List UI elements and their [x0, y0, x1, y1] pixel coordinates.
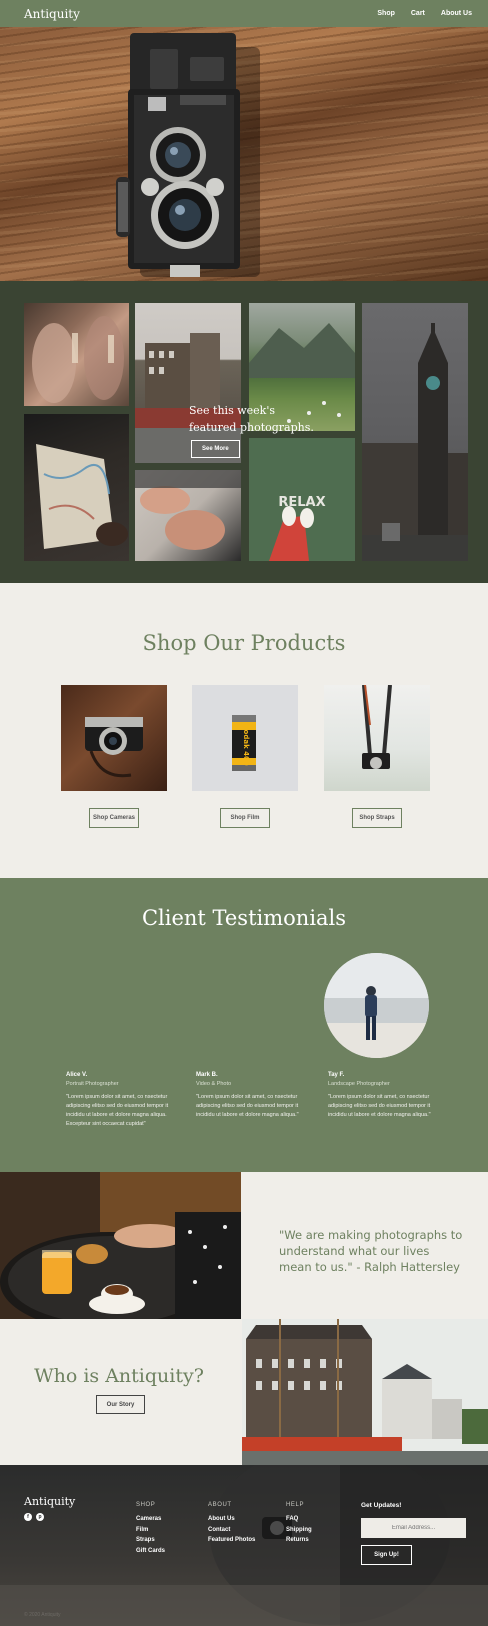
camera-photo: [116, 33, 260, 277]
see-more-button[interactable]: See More: [191, 440, 240, 458]
testimonials-title: Client Testimonials: [141, 906, 347, 930]
footer-link-faq[interactable]: FAQ: [286, 1514, 312, 1525]
testimonial-name: Tay F.: [328, 1072, 345, 1078]
testimonial-tay: Tay F. Landscape Photographer "Lorem ips…: [328, 1071, 438, 1120]
about-title: Who is Antiquity?: [34, 1365, 204, 1387]
footer-link-returns[interactable]: Returns: [286, 1535, 312, 1546]
testimonial-photo: [324, 953, 429, 1058]
shop-title: Shop Our Products: [142, 631, 346, 655]
footer-col-about: ABOUT About Us Contact Featured Photos: [208, 1502, 255, 1546]
email-input[interactable]: [361, 1518, 466, 1538]
featured-text-line2: featured photographs.: [189, 421, 314, 434]
copyright: © 2020 Antiquity: [24, 1612, 61, 1618]
testimonial-role: Landscape Photographer: [328, 1081, 390, 1087]
featured-overlay: See this week's featured photographs. Se…: [189, 402, 319, 458]
footer-link-gift-cards[interactable]: Gift Cards: [136, 1546, 165, 1557]
footer-background-photo: [0, 1465, 488, 1626]
nav-links: Shop Cart About Us: [377, 10, 472, 17]
shop-film-button[interactable]: Shop Film: [220, 808, 270, 828]
film-label: Kodak 400: [242, 724, 250, 766]
footer-col-help: HELP FAQ Shipping Returns: [286, 1502, 312, 1546]
logo[interactable]: Antiquity: [24, 7, 80, 21]
featured-text-line1: See this week's: [189, 404, 275, 417]
footer-link-cameras[interactable]: Cameras: [136, 1514, 165, 1525]
top-nav: Antiquity Shop Cart About Us: [0, 0, 488, 27]
testimonials-section: Client Testimonials Alice V. Portrait Ph…: [0, 878, 488, 1172]
cafe-photo: [0, 1172, 241, 1319]
footer-social: f p: [24, 1513, 44, 1521]
buildings-photo: [242, 1319, 488, 1465]
footer-logo[interactable]: Antiquity: [24, 1495, 75, 1508]
nav-link-about[interactable]: About Us: [441, 10, 472, 17]
footer: Antiquity f p SHOP Cameras Film Straps G…: [0, 1465, 488, 1626]
footer-link-straps[interactable]: Straps: [136, 1535, 165, 1546]
facebook-icon[interactable]: f: [24, 1513, 32, 1521]
shop-section: Shop Our Products Kodak 400 Shop Cameras…: [0, 583, 488, 878]
footer-updates-title: Get Updates!: [361, 1502, 402, 1509]
product-film-image[interactable]: Kodak 400: [192, 685, 298, 791]
product-strap-image[interactable]: [324, 685, 430, 791]
testimonial-role: Portrait Photographer: [66, 1081, 119, 1087]
quote-text: "We are making photographs to understand…: [279, 1228, 463, 1274]
featured-photo-clocktower[interactable]: [362, 303, 468, 561]
testimonial-quote: "Lorem ipsum dolor sit amet, co nsectetu…: [196, 1094, 299, 1118]
footer-link-contact[interactable]: Contact: [208, 1525, 255, 1536]
about-section: Who is Antiquity? Our Story: [0, 1319, 488, 1465]
nav-link-cart[interactable]: Cart: [411, 10, 425, 17]
shop-cameras-button[interactable]: Shop Cameras: [89, 808, 139, 828]
footer-col-shop: SHOP Cameras Film Straps Gift Cards: [136, 1502, 165, 1556]
testimonial-name: Alice V.: [66, 1072, 88, 1078]
featured-photo-friends[interactable]: [24, 303, 129, 406]
footer-link-featured-photos[interactable]: Featured Photos: [208, 1535, 255, 1546]
footer-link-film[interactable]: Film: [136, 1525, 165, 1536]
footer-heading: HELP: [286, 1502, 305, 1508]
our-story-button[interactable]: Our Story: [96, 1395, 145, 1414]
sign-up-button[interactable]: Sign Up!: [361, 1545, 412, 1565]
testimonial-quote: "Lorem ipsum dolor sit amet, co nsectetu…: [66, 1094, 169, 1127]
shop-straps-button[interactable]: Shop Straps: [352, 808, 402, 828]
footer-link-about-us[interactable]: About Us: [208, 1514, 255, 1525]
testimonial-quote: "Lorem ipsum dolor sit amet, co nsectetu…: [328, 1094, 431, 1118]
footer-heading: SHOP: [136, 1502, 156, 1508]
footer-heading: ABOUT: [208, 1502, 232, 1508]
product-camera-image[interactable]: [61, 685, 167, 791]
testimonial-alice: Alice V. Portrait Photographer "Lorem ip…: [66, 1071, 176, 1129]
testimonial-role: Video & Photo: [196, 1081, 232, 1087]
hero-image: [0, 27, 488, 281]
featured-photo-hands[interactable]: [135, 470, 241, 561]
footer-link-shipping[interactable]: Shipping: [286, 1525, 312, 1536]
quote-section: "We are making photographs to understand…: [0, 1172, 488, 1319]
featured-photo-map[interactable]: [24, 414, 129, 561]
testimonial-name: Mark B.: [196, 1072, 218, 1078]
nav-link-shop[interactable]: Shop: [377, 10, 395, 17]
testimonial-mark: Mark B. Video & Photo "Lorem ipsum dolor…: [196, 1071, 306, 1120]
pinterest-icon[interactable]: p: [36, 1513, 44, 1521]
